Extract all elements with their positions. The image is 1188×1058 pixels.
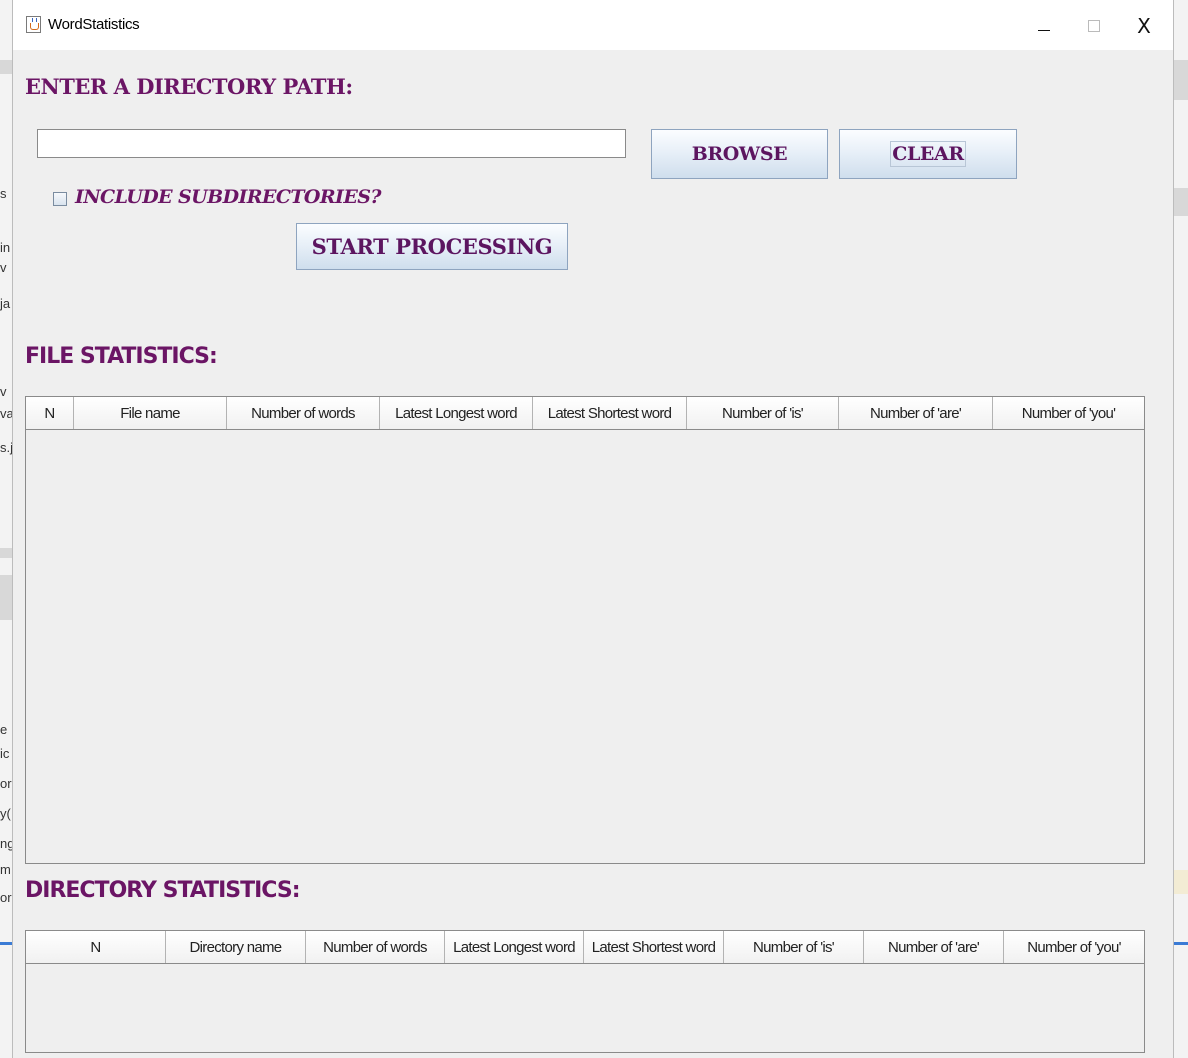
include-subdirectories-checkbox[interactable] (53, 192, 67, 206)
background-band (1174, 942, 1188, 945)
minimize-button[interactable] (1021, 8, 1067, 44)
column-header[interactable]: Number of 'you' (1004, 931, 1144, 963)
file-statistics-table[interactable]: N File name Number of words Latest Longe… (25, 396, 1145, 864)
column-header[interactable]: Number of 'are' (839, 397, 993, 429)
background-fragment: m (0, 862, 11, 877)
column-header[interactable]: Latest Longest word (445, 931, 584, 963)
column-header[interactable]: Number of 'you' (993, 397, 1144, 429)
background-fragment: v (0, 384, 7, 399)
include-subdirectories-label[interactable]: INCLUDE SUBDIRECTORIES? (75, 186, 381, 208)
close-button[interactable]: X (1121, 8, 1167, 44)
maximize-button[interactable] (1071, 8, 1117, 44)
window-title: WordStatistics (48, 16, 140, 33)
background-fragment: s (0, 186, 7, 201)
column-header[interactable]: N (26, 397, 74, 429)
background-band (0, 575, 12, 620)
background-band (1174, 60, 1188, 100)
maximize-icon (1088, 20, 1100, 32)
app-window: WordStatistics X ENTER A DIRECTORY PATH:… (12, 0, 1174, 1058)
directory-path-label: ENTER A DIRECTORY PATH: (25, 74, 353, 99)
clear-button[interactable]: CLEAR (839, 129, 1017, 179)
background-fragment: v (0, 260, 7, 275)
background-fragment: s.j (0, 440, 12, 455)
column-header[interactable]: Number of words (306, 931, 445, 963)
browse-button[interactable]: BROWSE (651, 129, 828, 179)
column-header[interactable]: Latest Longest word (380, 397, 533, 429)
close-icon: X (1137, 14, 1151, 38)
background-fragment: va (0, 406, 12, 421)
background-band (1174, 870, 1188, 894)
column-header[interactable]: Latest Shortest word (533, 397, 687, 429)
column-header[interactable]: Number of words (227, 397, 380, 429)
directory-statistics-heading: DIRECTORY STATISTICS: (25, 878, 300, 903)
background-fragment: e (0, 722, 8, 737)
file-statistics-header: N File name Number of words Latest Longe… (26, 397, 1144, 430)
browse-button-label: BROWSE (691, 143, 788, 165)
background-band (1174, 188, 1188, 216)
background-right-strip (1174, 0, 1188, 1058)
clear-button-label: CLEAR (890, 141, 966, 167)
directory-path-input[interactable] (37, 129, 626, 158)
file-statistics-heading: FILE STATISTICS: (25, 344, 218, 369)
background-fragment: y( (0, 806, 11, 821)
background-fragment: or (0, 776, 12, 791)
column-header[interactable]: Number of 'is' (687, 397, 839, 429)
column-header[interactable]: Latest Shortest word (584, 931, 724, 963)
java-icon (26, 16, 41, 33)
background-fragment: ja (0, 296, 11, 311)
background-band (0, 942, 12, 945)
directory-statistics-table[interactable]: N Directory name Number of words Latest … (25, 930, 1145, 1053)
start-processing-label: START PROCESSING (311, 234, 553, 259)
column-header[interactable]: Number of 'is' (724, 931, 864, 963)
background-fragment: ng (0, 836, 12, 851)
column-header[interactable]: Number of 'are' (864, 931, 1004, 963)
column-header[interactable]: File name (74, 397, 227, 429)
directory-statistics-header: N Directory name Number of words Latest … (26, 931, 1144, 964)
background-band (0, 548, 12, 558)
background-fragment: or (0, 890, 12, 905)
title-bar[interactable]: WordStatistics X (13, 0, 1173, 50)
background-fragment: in (0, 240, 11, 255)
background-band (0, 60, 12, 74)
background-fragment: ic (0, 746, 10, 761)
start-processing-button[interactable]: START PROCESSING (296, 223, 568, 270)
column-header[interactable]: Directory name (166, 931, 306, 963)
minimize-icon (1038, 29, 1050, 31)
column-header[interactable]: N (26, 931, 166, 963)
